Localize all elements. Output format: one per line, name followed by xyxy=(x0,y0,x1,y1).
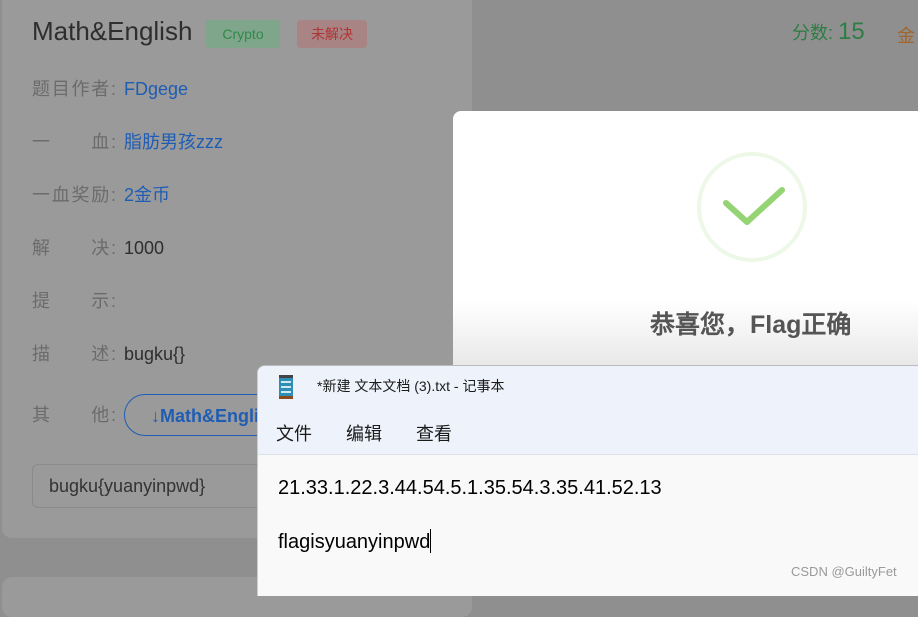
field-value: 1000 xyxy=(124,238,165,258)
success-check-icon xyxy=(697,152,807,262)
flag-input[interactable]: bugku{yuanyinpwd} xyxy=(32,464,292,508)
menu-edit[interactable]: 编辑 xyxy=(346,420,382,446)
score: 分数: 15 xyxy=(792,18,865,46)
gold-label: 金 xyxy=(897,26,915,46)
success-modal: 恭喜您，Flag正确 xyxy=(453,111,918,371)
score-value: 15 xyxy=(838,18,865,45)
text-line-1[interactable]: 21.33.1.22.3.44.54.5.1.35.54.3.35.41.52.… xyxy=(278,477,662,500)
menu-view[interactable]: 查看 xyxy=(416,420,452,446)
field-label: 描 述: xyxy=(32,344,116,364)
field-label: 一血奖励: xyxy=(32,185,116,205)
field-label: 解 决: xyxy=(32,238,116,258)
notepad-icon xyxy=(279,375,293,399)
status-badge: 未解决 xyxy=(297,20,367,48)
notepad-title: *新建 文本文档 (3).txt - 记事本 xyxy=(317,378,505,394)
notepad-titlebar[interactable]: *新建 文本文档 (3).txt - 记事本 文件 编辑 查看 xyxy=(258,366,918,455)
challenge-title: Math&English xyxy=(32,16,193,46)
author-link[interactable]: FDgege xyxy=(124,77,188,101)
field-value: 2金币 xyxy=(124,185,171,205)
success-message-text: 恭喜您，Flag正确 xyxy=(650,311,852,339)
category-badge: Crypto xyxy=(206,20,280,48)
menu-file[interactable]: 文件 xyxy=(276,420,312,446)
field-label: 题目作者: xyxy=(32,79,116,99)
field-value: bugku{} xyxy=(124,344,186,364)
watermark: CSDN @GuiltyFet xyxy=(791,564,897,579)
field-label: 提 示: xyxy=(32,291,116,311)
text-line-2-content: flagisyuanyinpwd xyxy=(278,531,431,553)
score-label: 分数: xyxy=(792,23,834,43)
text-caret xyxy=(430,529,432,553)
text-line-2[interactable]: flagisyuanyinpwd xyxy=(278,529,432,554)
first-blood-link[interactable]: 脂肪男孩zzz xyxy=(124,130,223,154)
notepad-window: *新建 文本文档 (3).txt - 记事本 文件 编辑 查看 21.33.1.… xyxy=(257,365,918,596)
field-label: 其 他: xyxy=(32,405,116,425)
field-label: 一 血: xyxy=(32,132,116,152)
